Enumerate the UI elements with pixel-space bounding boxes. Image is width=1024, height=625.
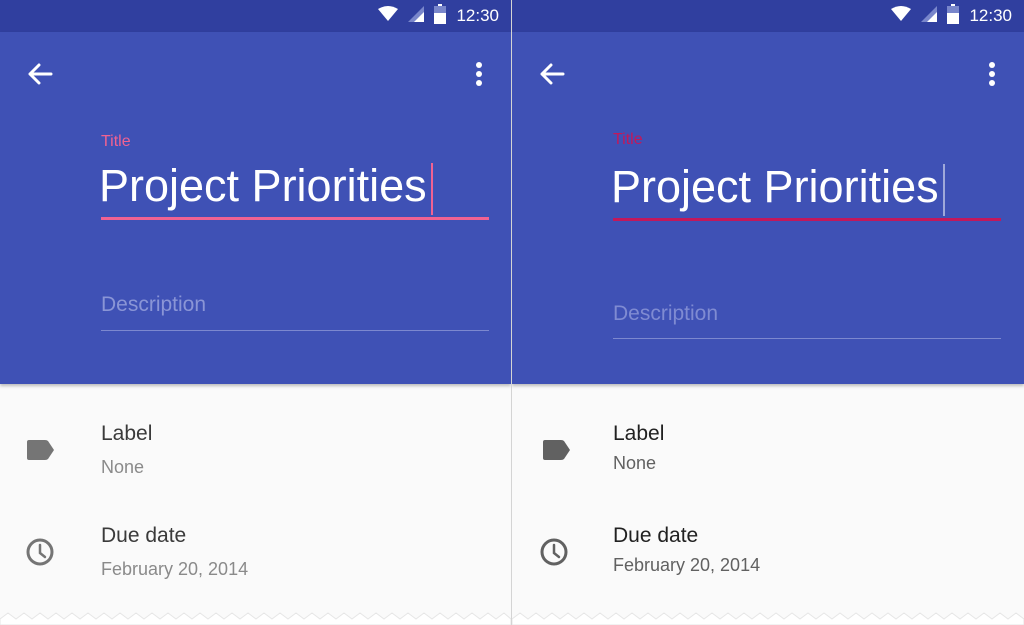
app-bar: Title Project Priorities Description: [512, 32, 1024, 384]
description-input[interactable]: Description: [101, 293, 206, 317]
text-caret: [430, 163, 433, 216]
status-time: 12:30: [969, 6, 1012, 25]
status-bar: 12:30: [512, 0, 1024, 32]
status-icons: 12:30: [378, 0, 499, 32]
details-list: Label None Due date February 20, 2014: [0, 384, 511, 625]
due-date-heading: Due date: [101, 524, 187, 547]
label-tag-icon: [22, 432, 58, 468]
clock-icon: [536, 534, 572, 570]
title-input[interactable]: Project Priorities: [99, 158, 433, 216]
wifi-icon: [378, 5, 399, 27]
title-input-value: Project Priorities: [99, 160, 427, 211]
due-date-row[interactable]: Due date February 20, 2014: [512, 524, 1024, 594]
label-heading: Label: [101, 422, 153, 445]
screen-comparison: 12:30 Title Project Priorities Descripti…: [0, 0, 1024, 625]
due-date-row[interactable]: Due date February 20, 2014: [0, 524, 511, 594]
signal-icon: [408, 5, 425, 27]
title-underline: [101, 217, 489, 220]
title-field-label: Title: [613, 131, 643, 148]
description-underline: [613, 338, 1001, 339]
description-underline: [101, 330, 489, 331]
arrow-back-icon[interactable]: [536, 58, 568, 90]
due-date-heading: Due date: [613, 524, 699, 547]
text-caret: [942, 164, 945, 217]
label-heading: Label: [613, 422, 665, 445]
torn-edge: [512, 612, 1024, 625]
title-underline: [613, 218, 1001, 221]
app-bar: Title Project Priorities Description: [0, 32, 511, 384]
label-tag-icon: [538, 432, 574, 468]
title-input[interactable]: Project Priorities: [611, 159, 945, 217]
more-vert-icon[interactable]: [463, 58, 495, 90]
right-panel: 12:30 Title Project Priorities Descripti…: [512, 0, 1024, 625]
label-value: None: [613, 453, 657, 473]
label-row[interactable]: Label None: [0, 422, 511, 492]
signal-icon: [921, 5, 938, 27]
more-vert-icon[interactable]: [976, 58, 1008, 90]
label-value: None: [101, 457, 145, 477]
wifi-icon: [891, 5, 912, 27]
description-input[interactable]: Description: [613, 302, 718, 326]
title-input-value: Project Priorities: [611, 161, 939, 212]
clock-icon: [22, 534, 58, 570]
arrow-back-icon[interactable]: [24, 58, 56, 90]
battery-icon: [434, 3, 447, 29]
title-field-label: Title: [101, 133, 131, 150]
label-row[interactable]: Label None: [512, 422, 1024, 492]
left-panel: 12:30 Title Project Priorities Descripti…: [0, 0, 511, 625]
status-icons: 12:30: [891, 0, 1012, 32]
status-time: 12:30: [456, 6, 499, 25]
details-list: Label None Due date February 20, 2014: [512, 384, 1024, 625]
battery-icon: [947, 3, 960, 29]
torn-edge: [0, 612, 511, 625]
due-date-value: February 20, 2014: [101, 559, 249, 579]
status-bar: 12:30: [0, 0, 511, 32]
due-date-value: February 20, 2014: [613, 555, 761, 575]
